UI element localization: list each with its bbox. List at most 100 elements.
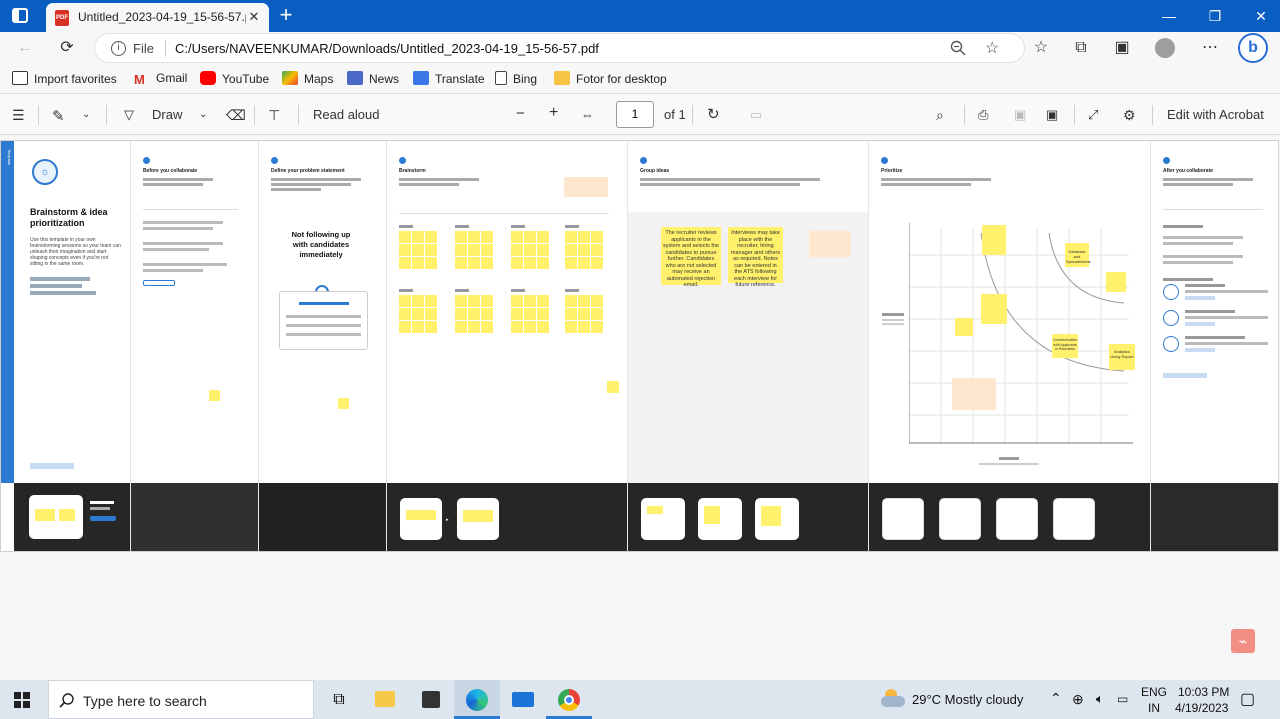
highlight-icon[interactable]: ✎ xyxy=(52,107,65,125)
store-icon[interactable] xyxy=(408,680,454,719)
fav-gmail[interactable]: M Gmail xyxy=(134,71,187,87)
edit-with-acrobat-button[interactable]: Edit with Acrobat xyxy=(1167,107,1264,122)
profile-avatar[interactable] xyxy=(1155,38,1175,58)
tab-close-button[interactable]: ✕ xyxy=(245,8,263,26)
edge-icon[interactable] xyxy=(454,680,500,719)
info-icon[interactable]: i xyxy=(111,41,126,56)
chrome-icon[interactable] xyxy=(546,680,592,719)
acrobat-icon[interactable]: ⌁ xyxy=(1231,629,1255,653)
language-top[interactable]: ENG xyxy=(1141,685,1167,699)
print-icon[interactable]: ⎙ xyxy=(978,107,988,123)
network-icon[interactable]: ⊕ xyxy=(1072,691,1084,708)
chevron-down-icon[interactable]: ⌄ xyxy=(199,109,207,120)
task-view-icon[interactable]: ⧉ xyxy=(316,680,362,719)
share-link xyxy=(30,463,74,469)
more-menu-icon[interactable]: ⋯ xyxy=(1196,34,1224,62)
save-as-icon[interactable]: ▣ xyxy=(1046,107,1058,123)
address-bar[interactable]: i File C:/Users/NAVEENKUMAR/Downloads/Un… xyxy=(94,33,1025,63)
news-icon xyxy=(347,71,363,85)
brainstorm-sticky-note xyxy=(455,295,467,307)
tab-actions-icon[interactable] xyxy=(12,8,28,23)
fav-maps[interactable]: Maps xyxy=(282,71,333,86)
new-tab-button[interactable]: + xyxy=(276,2,296,28)
rotate-icon[interactable]: ↻ xyxy=(707,105,720,123)
clock-date[interactable]: 4/19/2023 xyxy=(1175,701,1228,715)
clock-time[interactable]: 10:03 PM xyxy=(1178,685,1229,699)
windows-start-icon[interactable] xyxy=(14,692,30,708)
tip-note xyxy=(809,231,851,257)
feasibility-label xyxy=(979,457,1039,465)
favorites-icon[interactable]: ☆ xyxy=(1027,34,1055,62)
pdf-viewport[interactable]: Template ☼ Brainstorm & idea prioritizat… xyxy=(0,135,1280,680)
draw-icon[interactable]: ▽ xyxy=(124,107,134,123)
close-window-button[interactable]: ✕ xyxy=(1238,0,1280,32)
divider xyxy=(692,105,693,125)
collections-icon[interactable]: ⧉ xyxy=(1067,34,1095,62)
eraser-icon[interactable]: ⌫ xyxy=(226,107,246,124)
brainstorm-sticky-note xyxy=(399,257,411,269)
zoom-in-button[interactable]: + xyxy=(549,104,558,122)
brainstorm-sticky-note xyxy=(578,308,590,320)
page-number-input[interactable]: 1 xyxy=(616,101,654,128)
file-explorer-icon[interactable] xyxy=(362,680,408,719)
fav-fotor[interactable]: Fotor for desktop xyxy=(554,71,667,86)
chevron-up-icon[interactable]: ⌃ xyxy=(1050,690,1062,707)
mail-icon[interactable] xyxy=(500,680,546,719)
priority-note-text: Communication with Applicants or Recruit… xyxy=(1053,338,1078,351)
thumbnail-card xyxy=(641,498,685,540)
sticky-note xyxy=(338,398,349,409)
minimize-button[interactable]: — xyxy=(1146,0,1192,32)
brainstorm-sticky-note xyxy=(578,231,590,243)
read-aloud-button[interactable]: Read aloud xyxy=(313,107,380,122)
brainstorm-sticky-note xyxy=(511,231,523,243)
fav-news[interactable]: News xyxy=(347,71,399,86)
brainstorm-sticky-note xyxy=(511,295,523,307)
search-icon[interactable]: ⌕ xyxy=(936,107,944,124)
sticky-note xyxy=(209,390,220,401)
divider xyxy=(399,213,609,214)
maximize-button[interactable]: ❐ xyxy=(1192,0,1238,32)
notifications-icon[interactable]: ▢ xyxy=(1240,689,1255,709)
zoom-out-button[interactable]: − xyxy=(516,105,525,122)
page-view-icon[interactable]: ▭ xyxy=(750,107,762,123)
browser-essentials-icon[interactable]: ▣ xyxy=(1108,34,1136,62)
brainstorm-sticky-note xyxy=(591,321,603,333)
brainstorm-sticky-note xyxy=(481,244,493,256)
contents-icon[interactable]: ☰ xyxy=(12,107,25,124)
zoom-icon[interactable] xyxy=(950,40,966,56)
fullscreen-icon[interactable]: ⤢ xyxy=(1088,107,1098,123)
save-icon[interactable]: ▣ xyxy=(1014,107,1026,123)
draw-button[interactable]: Draw xyxy=(152,107,182,122)
brainstorm-sticky-note xyxy=(455,231,467,243)
volume-icon[interactable]: 🔈︎ xyxy=(1096,691,1104,707)
tab-pdf[interactable]: PDF Untitled_2023-04-19_15-56-57.p ✕ xyxy=(46,3,269,32)
add-favorite-icon[interactable]: ☆ xyxy=(985,38,1005,58)
taskbar-search-input[interactable]: Type here to search xyxy=(48,680,314,719)
chevron-down-icon[interactable]: ⌄ xyxy=(82,109,90,120)
panel-title: Define your problem statement xyxy=(271,168,345,174)
bing-chat-icon[interactable]: b xyxy=(1238,33,1268,63)
fav-youtube[interactable]: YouTube xyxy=(200,71,269,86)
page-count: of 1 xyxy=(664,107,686,122)
weather-text[interactable]: 29°C Mostly cloudy xyxy=(912,692,1023,707)
fit-page-icon[interactable]: ⇔ xyxy=(581,107,594,122)
fav-translate[interactable]: Translate xyxy=(413,71,485,86)
brainstorm-group-label xyxy=(399,289,413,292)
refresh-button[interactable]: ⟳ xyxy=(53,34,81,62)
weather-icon[interactable] xyxy=(881,689,905,709)
language-bottom[interactable]: IN xyxy=(1148,701,1160,715)
panel-group: Group ideas The recruiter reviews applic… xyxy=(628,141,869,551)
divider xyxy=(1152,105,1153,125)
step-icon xyxy=(271,157,278,164)
priority-note: Analytics doing Report xyxy=(1109,344,1135,370)
settings-icon[interactable]: ⚙ xyxy=(1123,107,1136,124)
fav-bing[interactable]: Bing xyxy=(495,71,537,86)
battery-icon[interactable]: ▭ xyxy=(1117,692,1128,706)
text-icon[interactable]: ⊤ xyxy=(268,107,280,124)
intro-dark-band xyxy=(14,483,130,551)
back-button[interactable]: ← xyxy=(11,34,39,62)
thumbnail-card xyxy=(755,498,799,540)
url-text[interactable]: C:/Users/NAVEENKUMAR/Downloads/Untitled_… xyxy=(175,41,599,56)
fav-import[interactable]: Import favorites xyxy=(12,71,117,86)
idea-note-text: Interviews may take place with the recru… xyxy=(730,230,781,288)
